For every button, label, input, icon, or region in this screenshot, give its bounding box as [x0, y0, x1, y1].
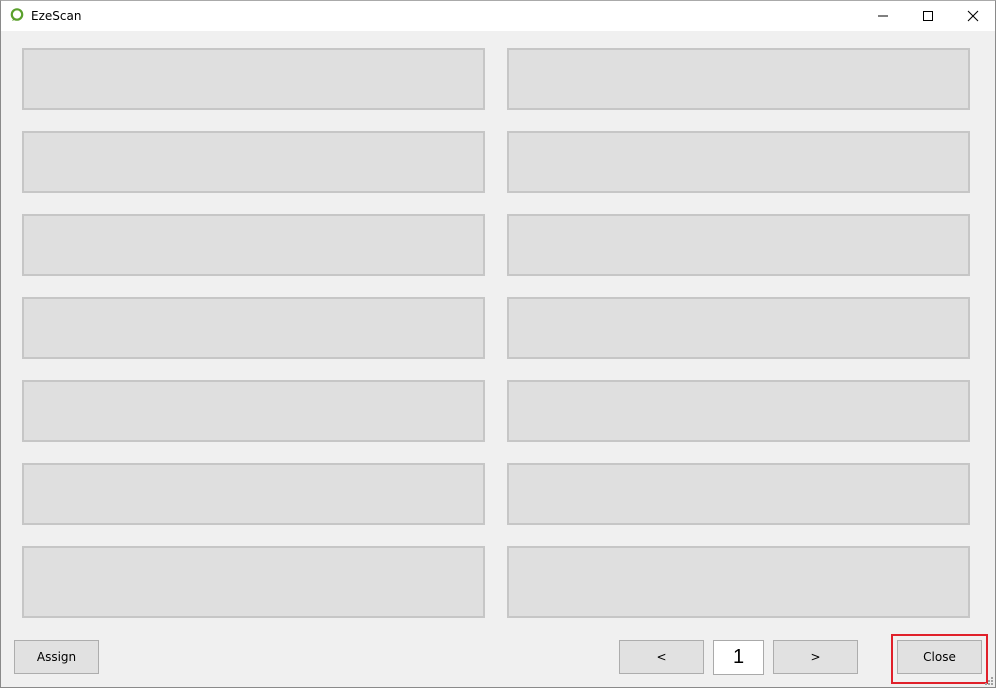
minimize-icon — [878, 15, 888, 17]
minimize-button[interactable] — [860, 1, 906, 31]
window-close-button[interactable] — [950, 1, 995, 31]
tile-button-14[interactable] — [507, 546, 970, 618]
tile-button-3[interactable] — [22, 131, 485, 193]
tile-button-2[interactable] — [507, 48, 970, 110]
page-number-field[interactable]: 1 — [713, 640, 764, 675]
tile-button-12[interactable] — [507, 463, 970, 525]
tile-button-7[interactable] — [22, 297, 485, 359]
tile-button-13[interactable] — [22, 546, 485, 618]
main-content: Assign < 1 > Close — [1, 31, 995, 687]
page-number: 1 — [732, 646, 745, 668]
close-button[interactable]: Close — [897, 640, 982, 674]
tile-button-10[interactable] — [507, 380, 970, 442]
assign-button[interactable]: Assign — [14, 640, 99, 674]
tile-button-5[interactable] — [22, 214, 485, 276]
previous-page-label: < — [656, 650, 667, 664]
tile-button-8[interactable] — [507, 297, 970, 359]
resize-grip-icon[interactable] — [984, 676, 994, 686]
tile-button-9[interactable] — [22, 380, 485, 442]
ezescan-window: EzeScan Assign < 1 > Close — [0, 0, 996, 688]
previous-page-button[interactable]: < — [619, 640, 704, 674]
next-page-button[interactable]: > — [773, 640, 858, 674]
close-button-label: Close — [923, 650, 956, 664]
ezescan-logo-icon — [10, 8, 24, 21]
window-title: EzeScan — [31, 9, 82, 23]
next-page-label: > — [810, 650, 821, 664]
tile-button-4[interactable] — [507, 131, 970, 193]
assign-button-label: Assign — [36, 650, 77, 664]
tile-button-11[interactable] — [22, 463, 485, 525]
maximize-icon — [923, 11, 933, 21]
close-icon — [967, 10, 979, 22]
tile-button-6[interactable] — [507, 214, 970, 276]
tile-button-1[interactable] — [22, 48, 485, 110]
title-bar[interactable]: EzeScan — [1, 1, 995, 31]
maximize-button[interactable] — [905, 1, 951, 31]
